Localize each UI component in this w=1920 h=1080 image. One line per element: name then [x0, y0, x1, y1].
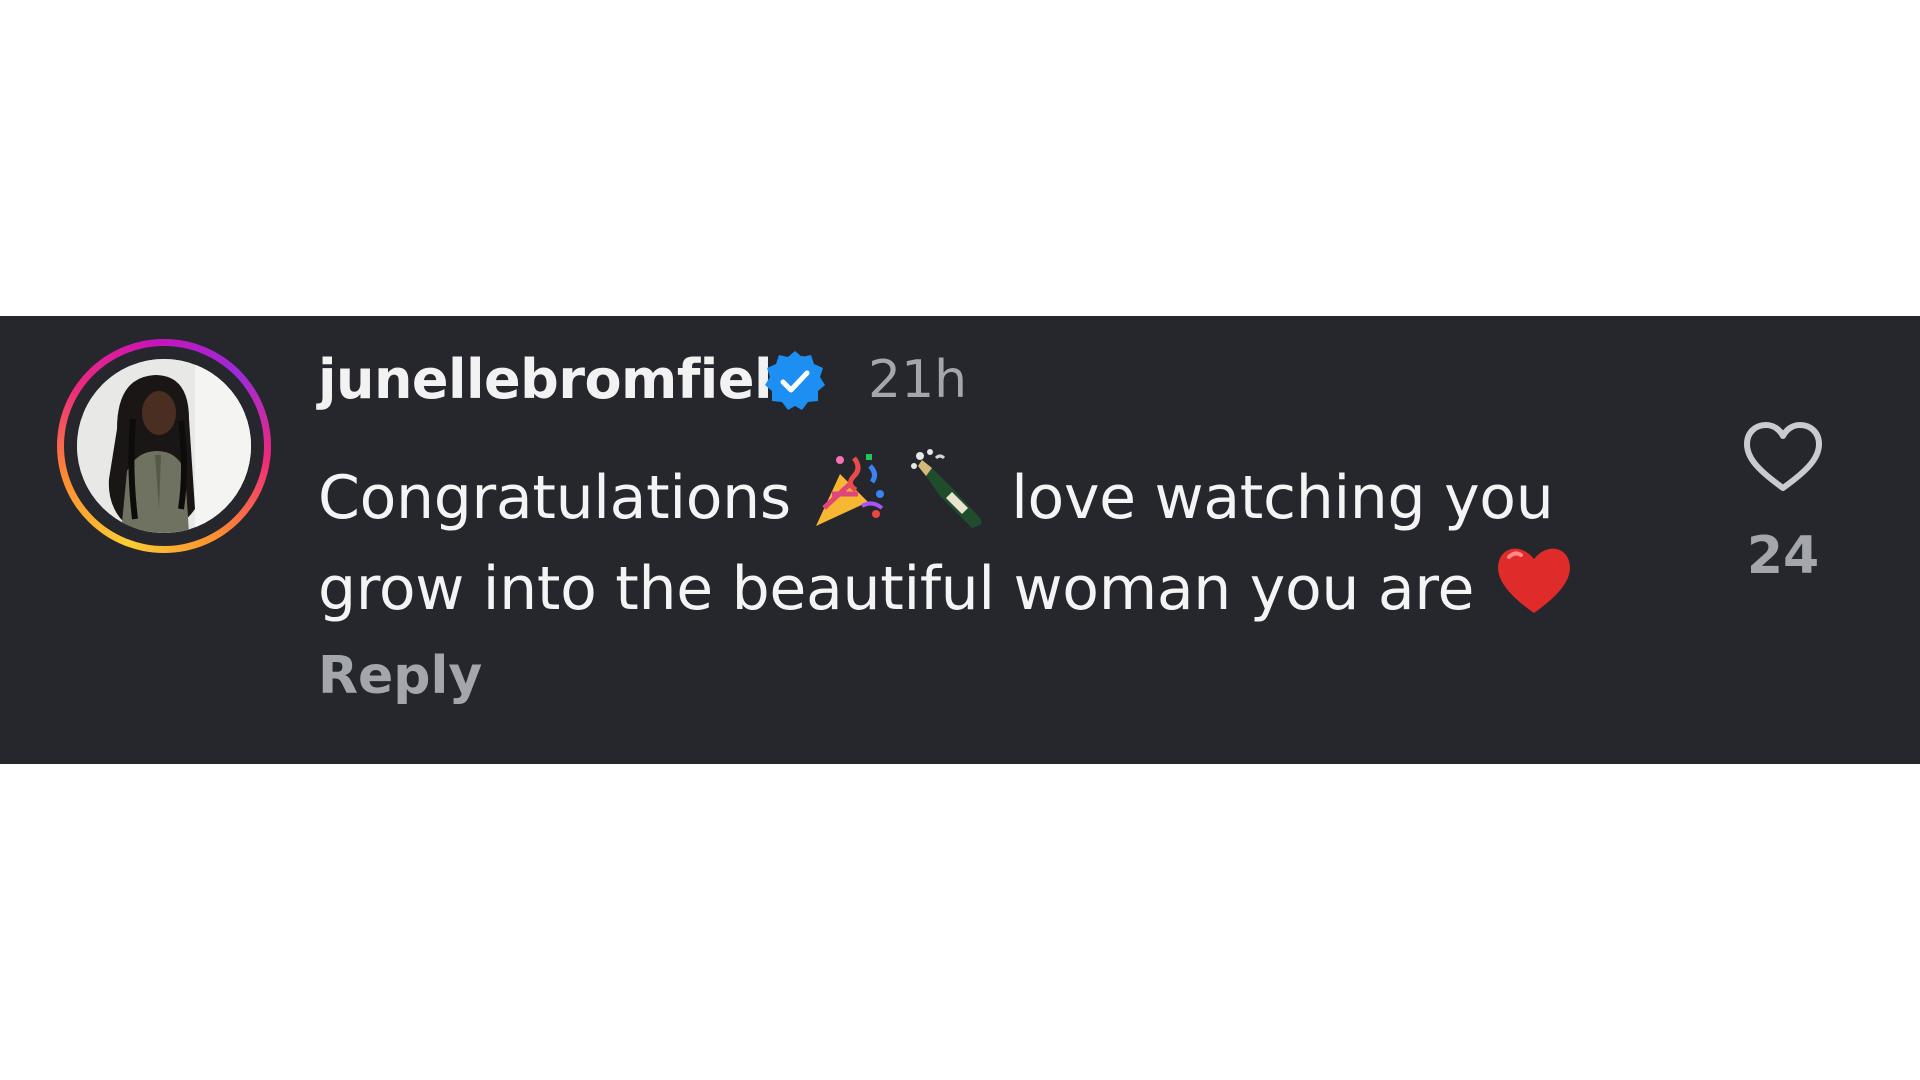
heart-outline-icon[interactable] [1742, 420, 1824, 494]
comment-item: junellebromfield 21h Congratulations lov… [0, 316, 1920, 764]
comment-text-line-1: Congratulations love watching you [318, 448, 1648, 539]
comment-text-segment: love watching you [1011, 463, 1554, 533]
comment-username[interactable]: junellebromfield [318, 348, 811, 411]
comment-timestamp: 21h [868, 350, 968, 410]
party-popper-emoji [815, 454, 884, 526]
avatar-story-ring[interactable] [57, 339, 271, 553]
page: junellebromfield 21h Congratulations lov… [0, 0, 1920, 1080]
comment-text: Congratulations love watching you grow i… [318, 448, 1648, 630]
champagne-bottle-emoji [911, 449, 983, 528]
comment-text-segment: grow into the beautiful woman you are [318, 554, 1475, 624]
comment-text-line-2: grow into the beautiful woman you are [318, 539, 1648, 630]
comment-text-segment: Congratulations [318, 463, 791, 533]
red-heart-emoji [1497, 548, 1570, 613]
like-count: 24 [1746, 526, 1820, 586]
verified-badge-icon [765, 351, 825, 410]
avatar[interactable] [77, 359, 251, 533]
reply-button[interactable]: Reply [318, 646, 482, 706]
avatar-image [77, 359, 251, 533]
